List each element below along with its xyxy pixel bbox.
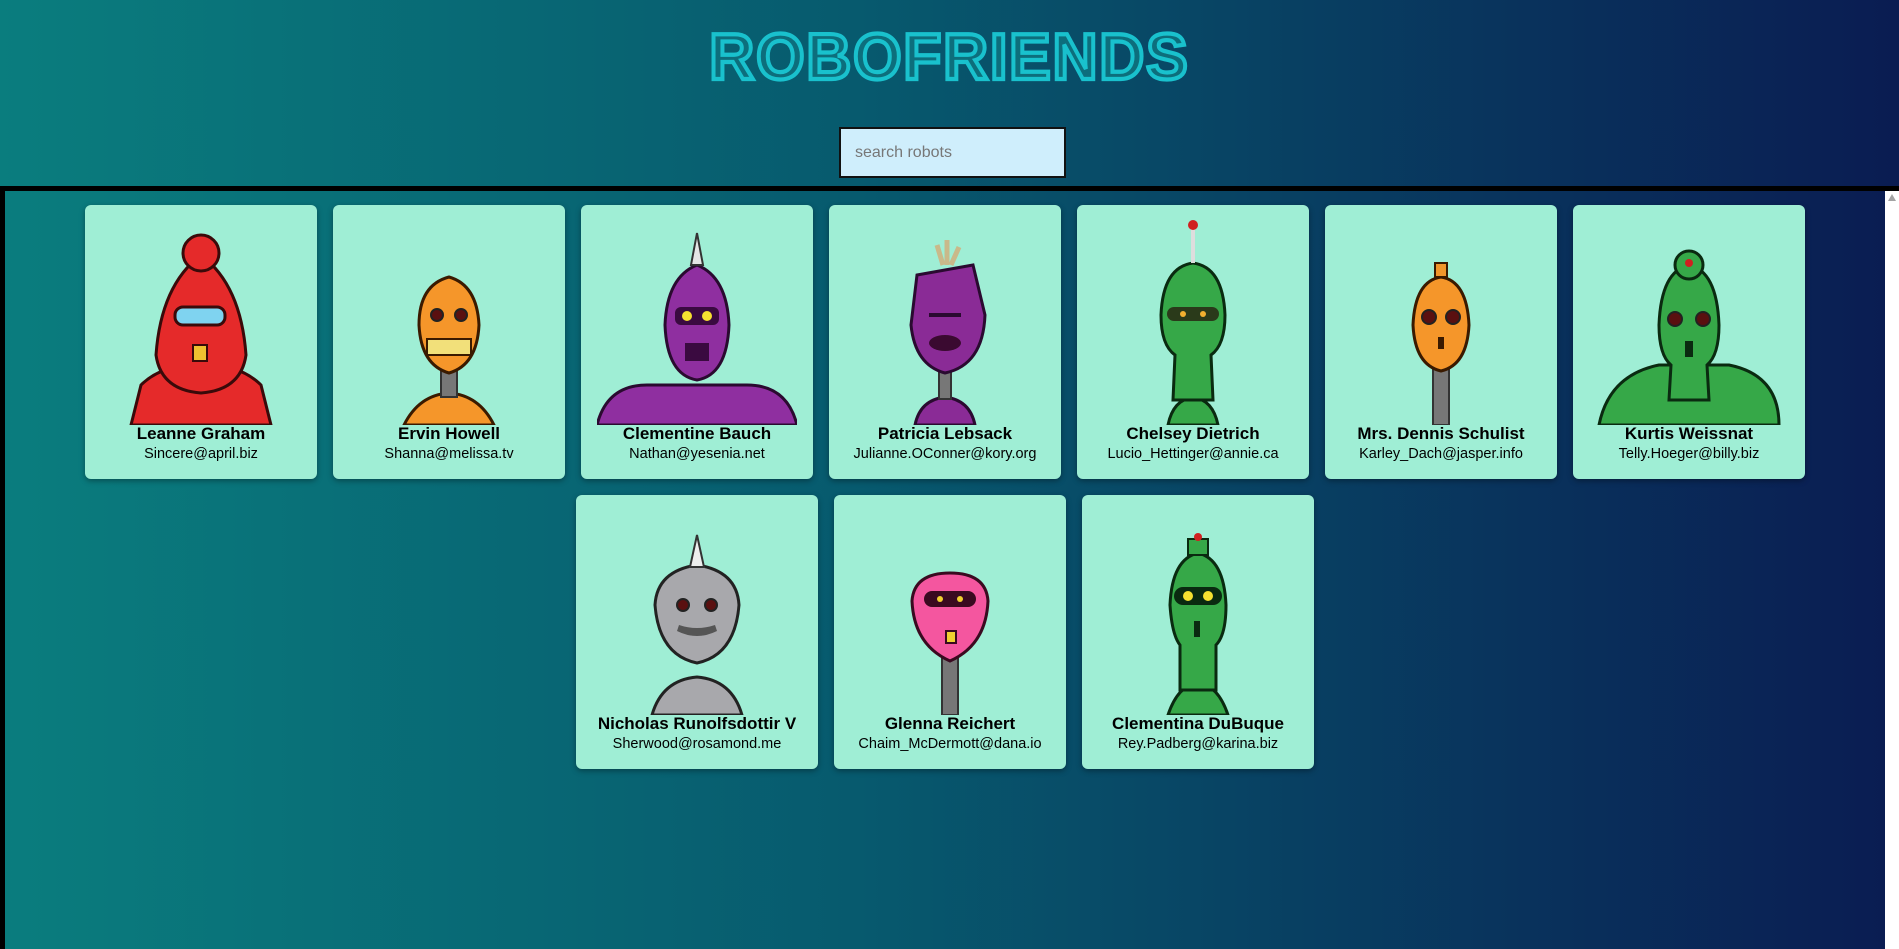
app-title-text: ROBOFRIENDS (707, 21, 1190, 94)
robot-name: Clementina DuBuque (1112, 714, 1284, 733)
robot-name: Ervin Howell (397, 424, 501, 443)
robot-card[interactable]: Clementine Bauch Nathan@yesenia.net (581, 205, 813, 479)
robot-avatar-icon (910, 571, 990, 715)
robot-body (129, 233, 273, 425)
robot-card[interactable]: Leanne Graham Sincere@april.biz (85, 205, 317, 479)
robot-card[interactable]: Clementina DuBuque Rey.Padberg@karina.bi… (1082, 495, 1314, 769)
robot-name: Leanne Graham (136, 424, 266, 443)
robot-card[interactable]: Mrs. Dennis Schulist Karley_Dach@jasper.… (1325, 205, 1557, 479)
vertical-scrollbar[interactable] (1885, 191, 1899, 949)
robot-email: Lucio_Hettinger@annie.ca (1107, 446, 1279, 462)
robot-avatar-icon (1597, 249, 1781, 425)
robot-avatar-icon (402, 275, 496, 425)
robot-avatar-icon (597, 232, 797, 425)
robot-email: Karley_Dach@jasper.info (1359, 446, 1523, 462)
robot-avatar-icon (909, 240, 987, 425)
scroll-up-arrow-icon[interactable] (1888, 194, 1896, 201)
robot-name: Chelsey Dietrich (1126, 424, 1260, 443)
robot-card[interactable]: Kurtis Weissnat Telly.Hoeger@billy.biz (1573, 205, 1805, 479)
robot-name: Nicholas Runolfsdottir V (597, 714, 797, 733)
robot-avatar-icon (650, 534, 744, 715)
robot-name: Kurtis Weissnat (1624, 424, 1754, 443)
robot-email: Telly.Hoeger@billy.biz (1618, 446, 1760, 462)
search-input[interactable] (841, 129, 1064, 176)
robot-card[interactable]: Ervin Howell Shanna@melissa.tv (333, 205, 565, 479)
robot-name: Glenna Reichert (884, 714, 1016, 733)
robot-card[interactable]: Glenna Reichert Chaim_McDermott@dana.io (834, 495, 1066, 769)
robot-email: Rey.Padberg@karina.biz (1117, 736, 1279, 752)
robot-email: Chaim_McDermott@dana.io (858, 736, 1042, 752)
robot-avatar-icon (1166, 533, 1230, 715)
header: ROBOFRIENDS (0, 0, 1899, 186)
robot-email: Sincere@april.biz (144, 446, 258, 462)
robot-name: Patricia Lebsack (877, 424, 1013, 443)
search-box[interactable] (839, 127, 1066, 178)
robot-name: Clementine Bauch (622, 424, 772, 443)
app-title: ROBOFRIENDS (0, 21, 1899, 94)
robot-card[interactable]: Nicholas Runolfsdottir V Sherwood@rosamo… (576, 495, 818, 769)
robot-card[interactable]: Chelsey Dietrich Lucio_Hettinger@annie.c… (1077, 205, 1309, 479)
robot-avatar-icon (1159, 220, 1227, 425)
card-list-scroll-area[interactable]: Leanne Graham Sincere@april.biz Ervin Ho… (0, 186, 1899, 949)
robot-email: Nathan@yesenia.net (629, 446, 765, 462)
robot-name: Mrs. Dennis Schulist (1357, 424, 1525, 443)
robot-card[interactable]: Patricia Lebsack Julianne.OConner@kory.o… (829, 205, 1061, 479)
robot-email: Sherwood@rosamond.me (612, 736, 782, 752)
robot-email: Julianne.OConner@kory.org (853, 446, 1037, 462)
robot-email: Shanna@melissa.tv (384, 446, 514, 462)
robot-avatar-icon (1411, 262, 1471, 425)
robot-avatar-icon (129, 233, 273, 425)
